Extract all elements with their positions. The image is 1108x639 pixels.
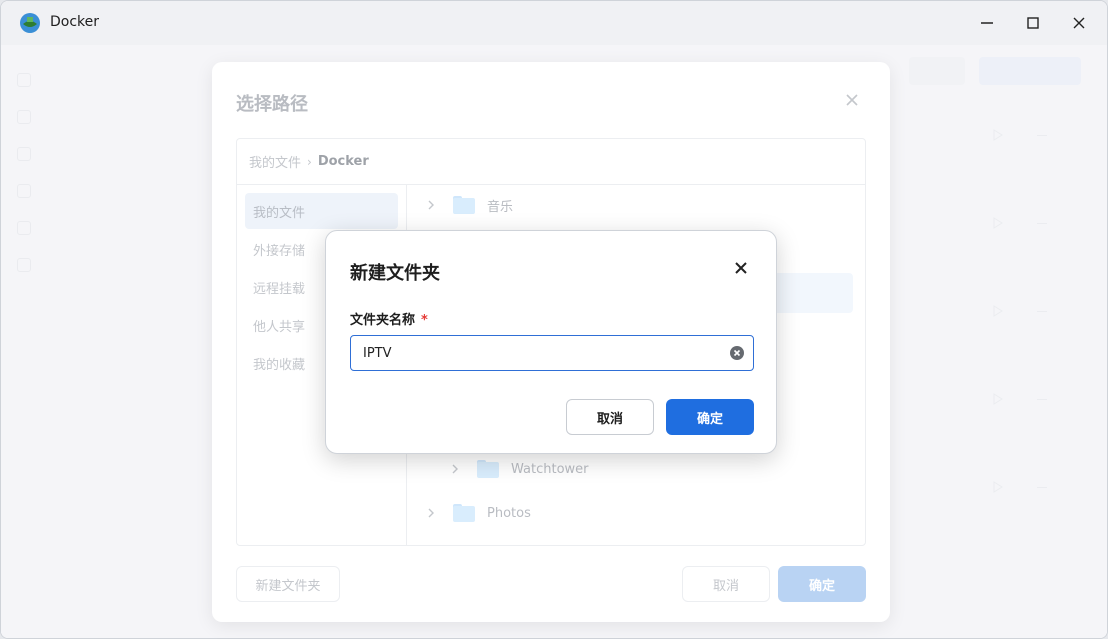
- required-mark: *: [421, 313, 428, 328]
- window-title: Docker: [50, 14, 100, 30]
- minimize-icon: [981, 22, 993, 24]
- tree-row[interactable]: Photos: [407, 495, 865, 531]
- close-icon[interactable]: [842, 90, 862, 110]
- chevron-right-icon[interactable]: [425, 199, 437, 211]
- folder-name-input[interactable]: [350, 335, 754, 371]
- docker-app-icon: [20, 13, 40, 33]
- folder-icon: [453, 504, 475, 522]
- maximize-button[interactable]: [1019, 9, 1047, 37]
- close-icon[interactable]: [732, 259, 750, 277]
- dialog-title: 选择路径: [236, 94, 308, 115]
- close-window-button[interactable]: [1065, 9, 1093, 37]
- folder-icon: [453, 196, 475, 214]
- maximize-icon: [1027, 17, 1039, 29]
- sidebar-item-my-files[interactable]: 我的文件: [245, 193, 398, 229]
- chevron-right-icon[interactable]: [425, 507, 437, 519]
- confirm-button[interactable]: 确定: [666, 399, 754, 435]
- new-folder-button[interactable]: 新建文件夹: [236, 566, 340, 602]
- cancel-button[interactable]: 取消: [682, 566, 770, 602]
- tree-row-label: 音乐: [487, 199, 514, 215]
- breadcrumb: 我的文件 › Docker: [237, 139, 865, 185]
- cancel-button[interactable]: 取消: [566, 399, 654, 435]
- breadcrumb-current: Docker: [317, 154, 369, 169]
- tree-row-label: Photos: [487, 505, 531, 521]
- clear-input-icon[interactable]: [729, 345, 745, 361]
- tree-row[interactable]: Watchtower: [407, 451, 865, 487]
- tree-row-label: Watchtower: [511, 461, 589, 477]
- chevron-right-icon[interactable]: [449, 463, 461, 475]
- close-icon: [1073, 17, 1085, 29]
- confirm-button[interactable]: 确定: [778, 566, 866, 602]
- folder-icon: [477, 460, 499, 478]
- field-label-text: 文件夹名称: [350, 313, 416, 328]
- breadcrumb-item[interactable]: 我的文件: [249, 152, 301, 171]
- new-folder-modal: 新建文件夹 文件夹名称 * 取消 确定: [325, 230, 777, 454]
- minimize-button[interactable]: [973, 9, 1001, 37]
- chevron-right-icon: ›: [307, 154, 312, 169]
- folder-name-label: 文件夹名称 *: [350, 309, 428, 328]
- title-bar: Docker: [1, 1, 1107, 45]
- modal-title: 新建文件夹: [350, 263, 440, 284]
- tree-row[interactable]: 音乐: [407, 187, 865, 223]
